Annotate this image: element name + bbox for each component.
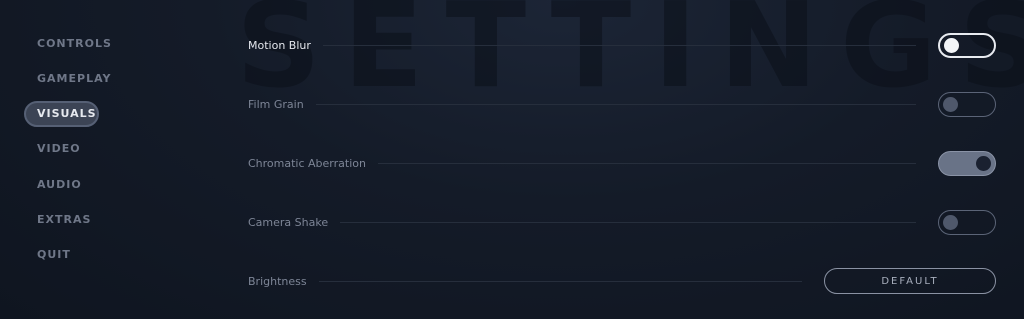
film-grain-toggle[interactable] [938, 91, 996, 117]
setting-label-motion-blur: Motion Blur [248, 38, 311, 52]
toggle-knob [943, 214, 958, 230]
motion-blur-toggle[interactable] [938, 32, 996, 58]
row-divider [340, 221, 916, 223]
brightness-default-button[interactable]: DEFAULT [824, 268, 996, 294]
sidebar-item-visuals[interactable]: VISUALS [24, 100, 99, 127]
setting-row-film-grain: Film Grain [248, 86, 996, 122]
sidebar-item-controls[interactable]: CONTROLS [24, 30, 114, 56]
setting-label-brightness: Brightness [248, 274, 307, 288]
chromatic-aberration-toggle[interactable] [938, 150, 996, 176]
sidebar-item-audio[interactable]: AUDIO [24, 171, 114, 197]
toggle-knob [943, 38, 959, 53]
setting-row-brightness: Brightness DEFAULT [248, 263, 996, 299]
toggle-knob [943, 96, 958, 112]
setting-row-motion-blur: Motion Blur [248, 27, 996, 63]
sidebar-item-extras[interactable]: EXTRAS [24, 206, 114, 232]
setting-label-chromatic-aberration: Chromatic Aberration [248, 156, 366, 170]
row-divider [322, 44, 916, 46]
sidebar-item-gameplay[interactable]: GAMEPLAY [24, 65, 114, 91]
setting-label-film-grain: Film Grain [248, 97, 304, 111]
camera-shake-toggle[interactable] [938, 209, 996, 235]
row-divider [377, 162, 916, 164]
toggle-knob [976, 155, 991, 171]
setting-row-chromatic-aberration: Chromatic Aberration [248, 145, 996, 181]
sidebar-item-quit[interactable]: QUIT [24, 242, 114, 268]
sidebar-menu: CONTROLS GAMEPLAY VISUALS VIDEO AUDIO EX… [24, 30, 114, 277]
row-divider [315, 103, 916, 105]
setting-label-camera-shake: Camera Shake [248, 215, 329, 229]
setting-row-camera-shake: Camera Shake [248, 204, 996, 240]
sidebar-item-video[interactable]: VIDEO [24, 136, 114, 162]
row-divider [318, 280, 802, 282]
